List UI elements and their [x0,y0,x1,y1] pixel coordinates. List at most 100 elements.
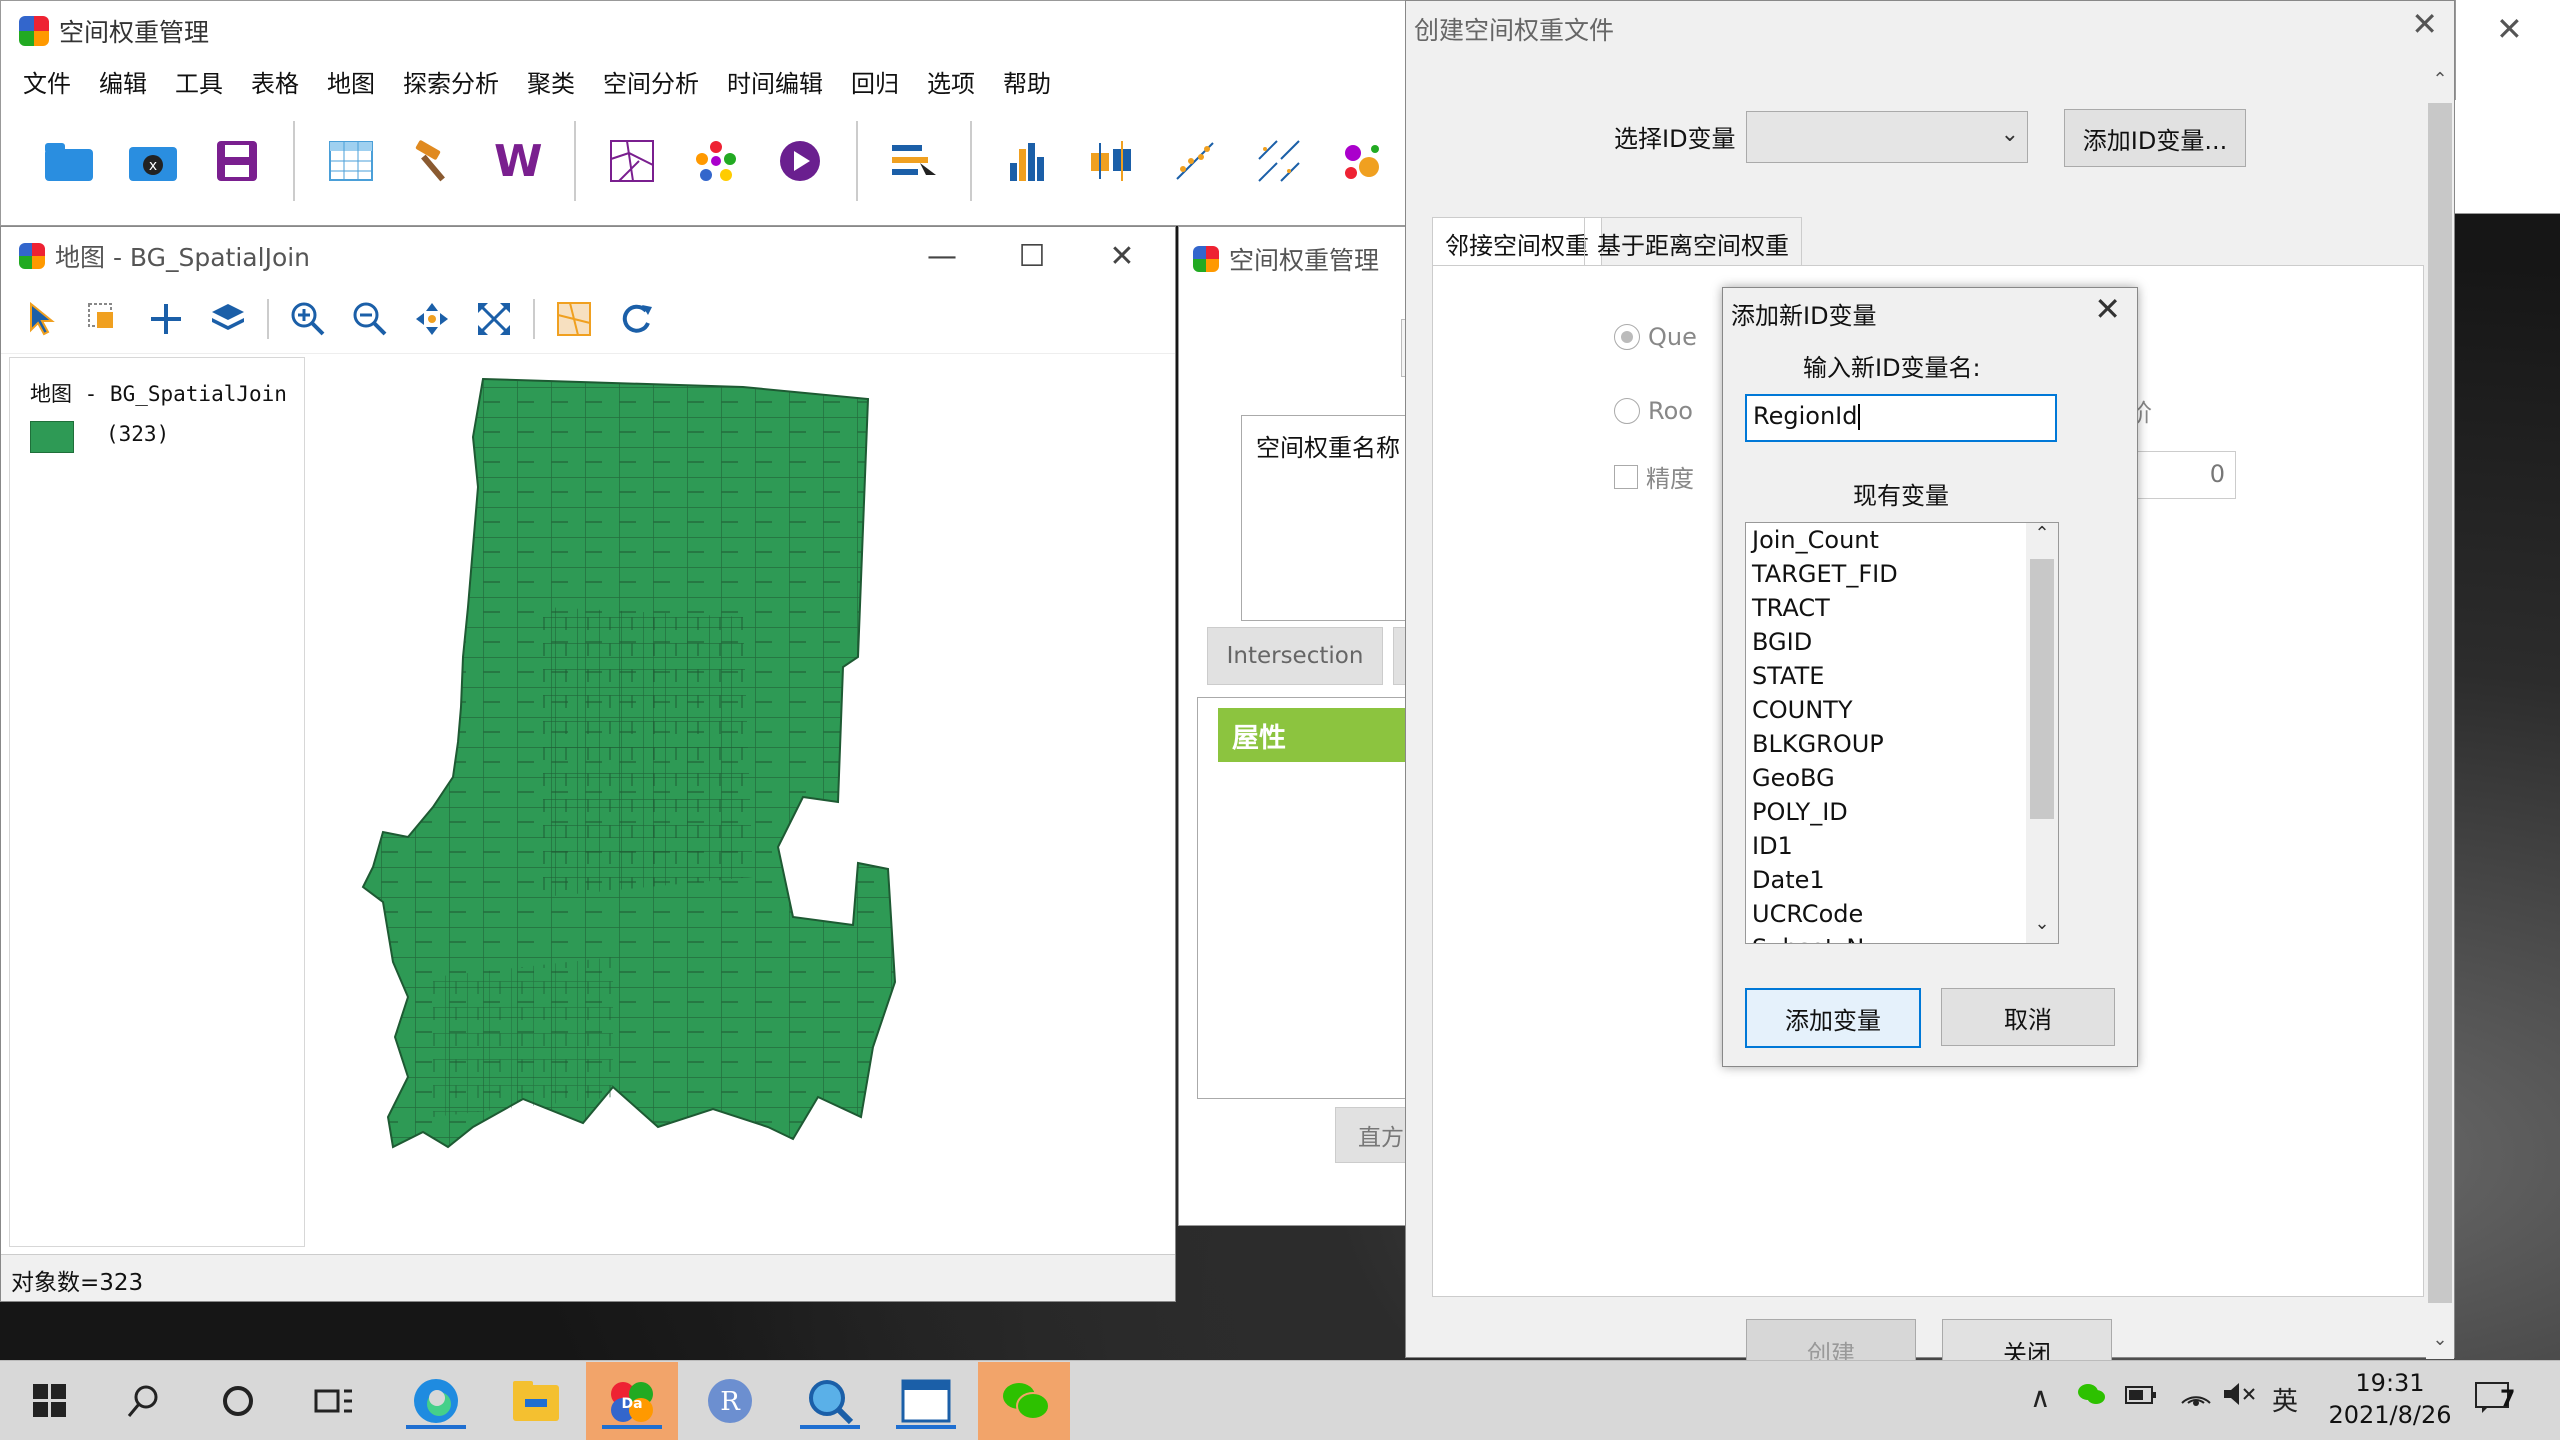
clock-time[interactable]: 19:31 [2330,1369,2450,1397]
r-app-icon[interactable]: R [700,1371,760,1431]
bubble-chart-icon[interactable] [1335,132,1391,190]
scatter-matrix-icon[interactable] [1251,132,1307,190]
scatter-icon[interactable] [1167,132,1223,190]
menu-map[interactable]: 地图 [327,64,375,99]
histogram-icon[interactable] [1000,132,1056,190]
map-themes-icon[interactable] [886,132,942,190]
ime-indicator[interactable]: 英 [2272,1381,2298,1418]
close-icon[interactable]: ✕ [2496,10,2523,48]
scrollbar-thumb[interactable] [2030,559,2054,819]
main-titlebar[interactable]: 空间权重管理 [1,1,1419,61]
weights-manager-titlebar[interactable]: 空间权重管理 [1193,241,1379,277]
menu-table[interactable]: 表格 [251,64,299,99]
id-variable-select[interactable]: ⌄ [1746,111,2028,163]
map-canvas[interactable] [313,357,1171,1247]
battery-icon[interactable] [2124,1381,2158,1414]
new-id-input[interactable]: RegionId [1745,394,2057,442]
menu-space[interactable]: 空间分析 [603,64,699,99]
minimize-icon[interactable]: — [897,227,987,285]
hammer-icon[interactable] [406,132,462,190]
menu-edit[interactable]: 编辑 [99,64,147,99]
menu-regression[interactable]: 回归 [851,64,899,99]
list-item[interactable]: GeoBG [1746,761,2058,795]
open-folder-icon[interactable] [41,132,97,190]
selection-tool-icon[interactable] [81,296,127,342]
list-item[interactable]: COUNTY [1746,693,2058,727]
list-item[interactable]: POLY_ID [1746,795,2058,829]
map-icon[interactable] [604,132,660,190]
list-item[interactable]: TRACT [1746,591,2058,625]
precision-input[interactable]: 0 [2136,451,2236,499]
menu-file[interactable]: 文件 [23,64,71,99]
list-item[interactable]: UCRCode [1746,897,2058,931]
queen-radio[interactable]: Que [1614,323,1697,351]
table-icon[interactable] [323,132,379,190]
weights-icon[interactable]: W [490,132,546,190]
menu-tools[interactable]: 工具 [175,64,223,99]
save-icon[interactable] [209,132,265,190]
menu-options[interactable]: 选项 [927,64,975,99]
list-item[interactable]: Join_Count [1746,523,2058,557]
edge-browser-icon[interactable] [406,1371,466,1431]
magnifier-app-icon[interactable] [800,1371,860,1431]
chevron-down-icon[interactable]: ⌄ [2026,913,2058,943]
chevron-up-icon[interactable]: ∧ [2030,1381,2051,1414]
list-item[interactable]: Date1 [1746,863,2058,897]
geoda-taskbar-icon[interactable]: Da [602,1371,662,1431]
add-icon[interactable] [143,296,189,342]
layers-icon[interactable] [205,296,251,342]
play-icon[interactable] [772,132,828,190]
close-icon[interactable]: ✕ [2411,5,2438,43]
close-button[interactable]: 关闭 [1942,1319,2112,1368]
maximize-icon[interactable]: ☐ [987,227,1077,285]
cortana-icon[interactable] [208,1371,268,1431]
boxplot-icon[interactable] [1083,132,1139,190]
list-item[interactable]: Subset_N [1746,931,2058,943]
create-button[interactable]: 创建 [1746,1319,1916,1368]
intersection-button[interactable]: Intersection [1207,627,1383,685]
list-item[interactable]: BGID [1746,625,2058,659]
menu-explore[interactable]: 探索分析 [403,64,499,99]
clock-date[interactable]: 2021/8/26 [2320,1401,2460,1429]
vertical-scrollbar[interactable]: ⌃ ⌄ [2426,69,2454,1359]
zoom-out-icon[interactable] [347,296,393,342]
wifi-icon[interactable] [2180,1381,2212,1414]
task-view-icon[interactable] [304,1371,364,1431]
list-item[interactable]: ID1 [1746,829,2058,863]
list-scrollbar[interactable]: ⌃ ⌄ [2026,523,2058,943]
pan-icon[interactable] [409,296,455,342]
rook-radio[interactable]: Roo [1614,397,1693,425]
legend-swatch[interactable] [30,421,74,453]
close-icon[interactable]: ✕ [1077,227,1167,285]
cancel-button[interactable]: 取消 [1941,988,2115,1046]
close-file-icon[interactable]: x [125,132,181,190]
menu-time[interactable]: 时间编辑 [727,64,823,99]
chevron-down-icon[interactable]: ⌄ [2426,1329,2454,1359]
clusters-icon[interactable] [688,132,744,190]
tab-distance[interactable]: 基于距离空间权重 [1584,217,1802,267]
chevron-up-icon[interactable]: ⌃ [2426,69,2454,99]
close-icon[interactable]: ✕ [2094,290,2121,328]
refresh-icon[interactable] [613,296,659,342]
file-explorer-icon[interactable] [506,1371,566,1431]
full-extent-icon[interactable] [471,296,517,342]
search-icon[interactable] [114,1371,174,1431]
zoom-in-icon[interactable] [285,296,331,342]
precision-checkbox[interactable]: 精度 [1614,459,1694,494]
select-arrow-icon[interactable] [19,296,65,342]
list-item[interactable]: TARGET_FID [1746,557,2058,591]
add-variable-button[interactable]: 添加变量 [1745,988,1921,1048]
chevron-up-icon[interactable]: ⌃ [2026,523,2058,553]
window-app-icon[interactable] [896,1371,956,1431]
existing-variables-list[interactable]: Join_Count TARGET_FID TRACT BGID STATE C… [1745,522,2059,944]
list-item[interactable]: BLKGROUP [1746,727,2058,761]
add-id-variable-button[interactable]: 添加ID变量... [2064,109,2246,167]
windows-start-icon[interactable] [20,1371,80,1431]
scrollbar-thumb[interactable] [2428,103,2452,1303]
volume-muted-icon[interactable] [2222,1381,2256,1414]
basemap-icon[interactable] [551,296,597,342]
menu-clusters[interactable]: 聚类 [527,64,575,99]
list-item[interactable]: STATE [1746,659,2058,693]
wechat-tray-icon[interactable] [2076,1381,2106,1414]
tab-contiguity[interactable]: 邻接空间权重 [1432,217,1602,267]
